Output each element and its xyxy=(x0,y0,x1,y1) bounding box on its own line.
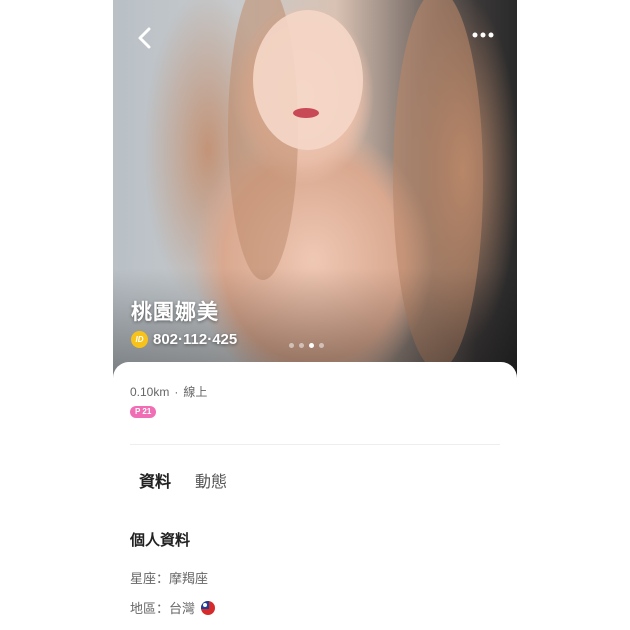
photo-dot[interactable] xyxy=(319,343,324,348)
taiwan-flag-icon xyxy=(201,600,216,615)
profile-name: 桃園娜美 xyxy=(131,301,219,324)
tab-moments[interactable]: 動態 xyxy=(195,468,227,492)
chevron-left-icon[interactable] xyxy=(135,26,155,50)
divider xyxy=(130,444,500,445)
photo-pagination xyxy=(289,343,324,348)
zodiac-row: 星座：摩羯座 xyxy=(130,568,208,587)
photo-face xyxy=(253,10,363,150)
tab-moments-label: 動態 xyxy=(195,474,228,491)
profile-photo[interactable]: 桃園娜美 ID 802·112·425 xyxy=(113,0,517,378)
id-badge-icon: ID xyxy=(131,331,148,348)
tab-profile-label: 資料 xyxy=(139,474,172,491)
meta-separator: · xyxy=(174,385,179,399)
more-dots-icon[interactable] xyxy=(471,30,495,40)
flag-sun xyxy=(203,602,208,607)
photo-dot[interactable] xyxy=(289,343,294,348)
personal-info-title: 個人資料 xyxy=(130,532,191,549)
tab-profile[interactable]: 資料 xyxy=(132,468,178,499)
profile-details-sheet: 0.10km · 線上 P 21 資料 動態 個人資料 星座：摩羯座 地區：台灣 xyxy=(113,362,517,630)
online-status: 線上 xyxy=(183,385,208,399)
profile-screen: 桃園娜美 ID 802·112·425 0.10km · 線上 P 21 資料 動態… xyxy=(113,0,517,630)
region-text: 地區：台灣 xyxy=(130,601,196,616)
distance-text: 0.10km xyxy=(130,385,170,399)
photo-dot[interactable] xyxy=(299,343,304,348)
profile-id-row: ID 802·112·425 xyxy=(131,331,237,348)
distance-status-line: 0.10km · 線上 xyxy=(130,383,207,400)
photo-dot-active[interactable] xyxy=(309,343,314,348)
level-badge: P 21 xyxy=(130,406,157,418)
zodiac-text: 星座：摩羯座 xyxy=(130,571,209,586)
region-row: 地區：台灣 xyxy=(130,598,216,617)
photo-lips xyxy=(293,108,319,118)
profile-id-number: 802·112·425 xyxy=(153,331,238,348)
